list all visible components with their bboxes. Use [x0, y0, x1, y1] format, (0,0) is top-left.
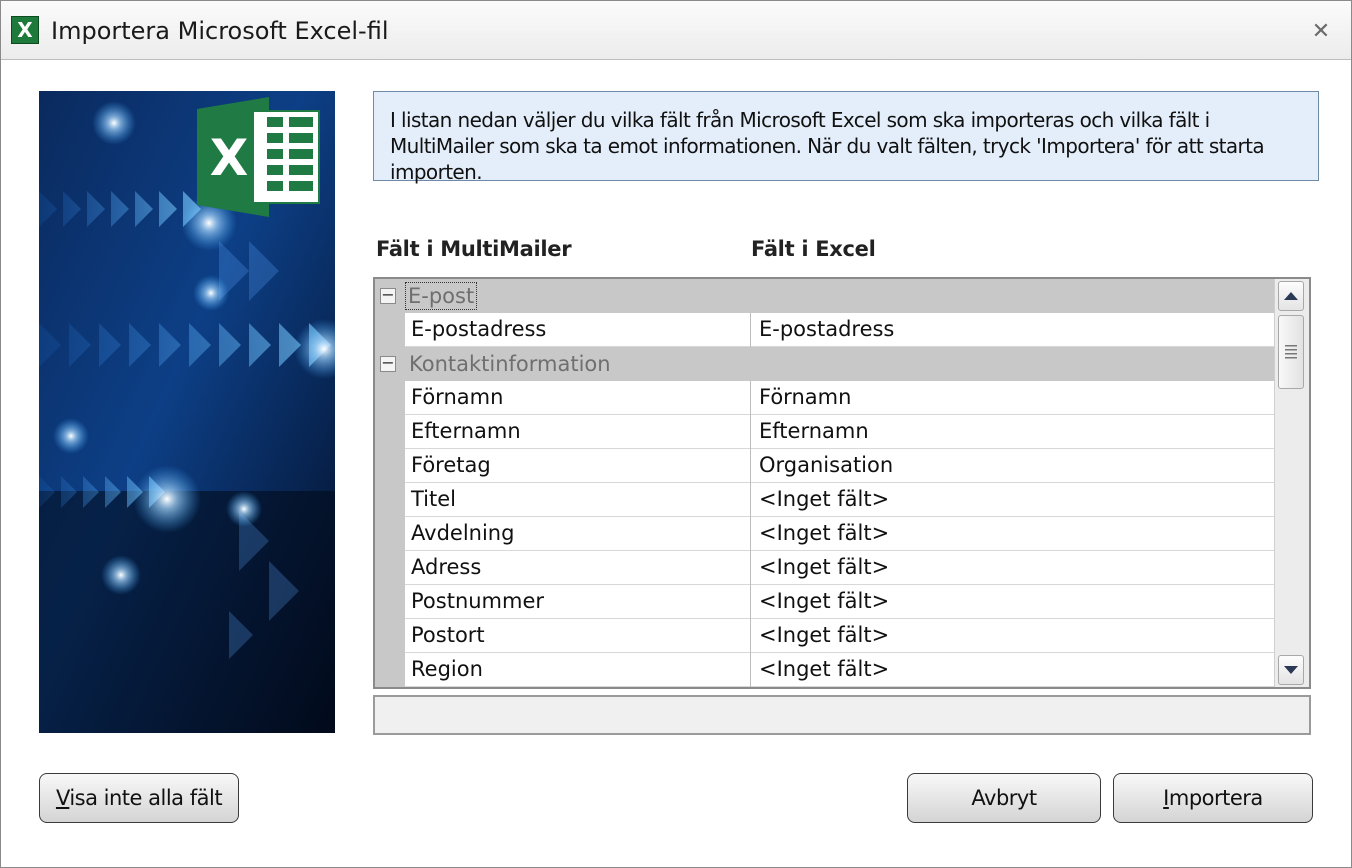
scroll-down-icon: [1284, 666, 1298, 674]
scroll-up-button[interactable]: [1278, 281, 1304, 311]
instructions-text: I listan nedan väljer du vilka fält från…: [390, 108, 1265, 184]
show-fields-button[interactable]: Visa inte alla fält: [39, 773, 239, 823]
excel-logo-letter: X: [210, 129, 249, 187]
excel-field-select[interactable]: Organisation: [759, 449, 1279, 482]
group-row-epost[interactable]: − E-post: [375, 279, 1277, 313]
table-row[interactable]: Avdelning <Inget fält>: [405, 517, 1277, 551]
column-divider: [750, 449, 751, 483]
column-header-multimailer: Fält i MultiMailer: [376, 237, 572, 261]
close-button[interactable]: ✕: [1306, 16, 1336, 46]
excel-field-select[interactable]: <Inget fält>: [759, 483, 1279, 516]
multimailer-field: E-postadress: [411, 317, 547, 341]
excel-field-select[interactable]: <Inget fält>: [759, 619, 1279, 652]
window-title: Importera Microsoft Excel-fil: [51, 17, 389, 45]
excel-field-select[interactable]: Förnamn: [759, 381, 1279, 414]
instructions-box: I listan nedan väljer du vilka fält från…: [373, 91, 1319, 184]
excel-logo: X: [197, 97, 320, 217]
column-header-excel: Fält i Excel: [751, 237, 876, 261]
table-row[interactable]: Region <Inget fält>: [405, 653, 1277, 687]
excel-field-select[interactable]: E-postadress: [759, 313, 1279, 346]
scrollbar-thumb[interactable]: [1278, 315, 1304, 389]
column-divider: [750, 517, 751, 551]
column-divider: [750, 381, 751, 415]
table-row[interactable]: Förnamn Förnamn: [405, 381, 1277, 415]
table-row[interactable]: Efternamn Efternamn: [405, 415, 1277, 449]
column-divider: [750, 653, 751, 687]
grid-rows: − E-post E-postadress E-postadress − Kon…: [375, 279, 1277, 687]
multimailer-field: Adress: [411, 555, 482, 579]
column-divider: [750, 585, 751, 619]
excel-field-select[interactable]: <Inget fält>: [759, 551, 1279, 584]
excel-banner-image: X: [39, 91, 335, 733]
multimailer-field: Postnummer: [411, 589, 545, 613]
grip-icon: [1285, 345, 1297, 359]
group-label: Kontaktinformation: [409, 352, 611, 376]
collapse-icon[interactable]: −: [380, 355, 396, 372]
import-dialog: X Importera Microsoft Excel-fil ✕ X I li…: [0, 0, 1352, 868]
excel-field-select[interactable]: <Inget fält>: [759, 653, 1279, 686]
title-bar: X Importera Microsoft Excel-fil ✕: [1, 1, 1351, 60]
scroll-up-icon: [1284, 292, 1298, 300]
multimailer-field: Efternamn: [411, 419, 521, 443]
multimailer-field: Förnamn: [411, 385, 504, 409]
table-row[interactable]: Postort <Inget fält>: [405, 619, 1277, 653]
column-divider: [750, 313, 751, 347]
status-bar: [373, 695, 1311, 735]
multimailer-field: Region: [411, 657, 483, 681]
table-row[interactable]: Adress <Inget fält>: [405, 551, 1277, 585]
group-row-kontaktinformation[interactable]: − Kontaktinformation: [375, 347, 1277, 381]
excel-app-icon: X: [11, 16, 39, 44]
cancel-button[interactable]: Avbryt: [907, 773, 1101, 823]
vertical-scrollbar[interactable]: [1274, 279, 1309, 687]
multimailer-field: Företag: [411, 453, 491, 477]
table-row[interactable]: E-postadress E-postadress: [405, 313, 1277, 347]
table-row[interactable]: Titel <Inget fält>: [405, 483, 1277, 517]
column-divider: [750, 415, 751, 449]
scroll-down-button[interactable]: [1278, 655, 1304, 685]
import-button[interactable]: Importera: [1113, 773, 1313, 823]
field-mapping-grid: − E-post E-postadress E-postadress − Kon…: [373, 277, 1311, 689]
multimailer-field: Avdelning: [411, 521, 515, 545]
group-label: E-post: [404, 282, 478, 310]
excel-field-select[interactable]: <Inget fält>: [759, 585, 1279, 618]
table-row[interactable]: Postnummer <Inget fält>: [405, 585, 1277, 619]
excel-field-select[interactable]: <Inget fält>: [759, 517, 1279, 550]
multimailer-field: Titel: [411, 487, 457, 511]
column-divider: [750, 551, 751, 585]
table-row[interactable]: Företag Organisation: [405, 449, 1277, 483]
collapse-icon[interactable]: −: [380, 287, 396, 304]
column-divider: [750, 619, 751, 653]
excel-field-select[interactable]: Efternamn: [759, 415, 1279, 448]
multimailer-field: Postort: [411, 623, 485, 647]
column-divider: [750, 483, 751, 517]
